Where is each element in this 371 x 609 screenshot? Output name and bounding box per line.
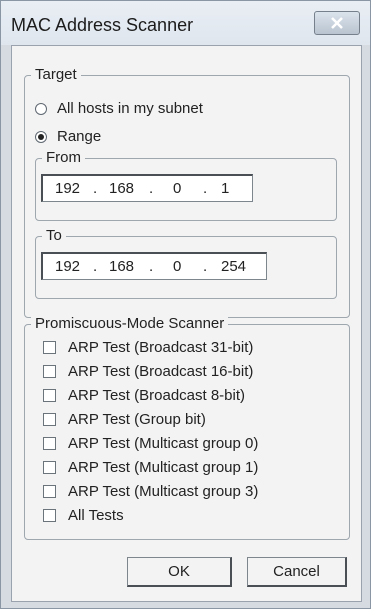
checkbox[interactable] <box>43 413 56 426</box>
to-legend: To <box>42 227 66 244</box>
promiscuous-legend: Promiscuous-Mode Scanner <box>31 315 229 332</box>
dialog-body: Target All hosts in my subnet Range From… <box>11 45 362 602</box>
from-dot-2: . <box>149 180 154 197</box>
from-octet-1: 192 <box>55 180 81 197</box>
target-legend: Target <box>31 66 81 83</box>
from-dot-3: . <box>203 180 208 197</box>
from-group: From 192 . 168 . 0 . 1 <box>35 149 337 221</box>
close-icon <box>331 17 343 29</box>
ok-button[interactable]: OK <box>127 557 232 587</box>
radio-all-hosts[interactable]: All hosts in my subnet <box>35 100 203 117</box>
radio-range-label: Range <box>57 128 102 145</box>
window-title: MAC Address Scanner <box>11 15 194 35</box>
to-dot-3: . <box>203 258 208 275</box>
from-octet-2: 168 <box>109 180 135 197</box>
check-label: ARP Test (Multicast group 0) <box>68 435 259 452</box>
check-row[interactable]: ARP Test (Multicast group 3) <box>43 483 258 500</box>
from-dot-1: . <box>93 180 98 197</box>
check-label: ARP Test (Multicast group 3) <box>68 483 259 500</box>
check-label: ARP Test (Multicast group 1) <box>68 459 259 476</box>
check-row-all-tests[interactable]: All Tests <box>43 507 124 524</box>
check-row[interactable]: ARP Test (Multicast group 1) <box>43 459 258 476</box>
radio-all-hosts-button[interactable] <box>35 102 47 115</box>
from-ip-field[interactable]: 192 . 168 . 0 . 1 <box>41 174 253 202</box>
radio-range[interactable]: Range <box>35 128 101 145</box>
to-octet-2: 168 <box>109 258 135 275</box>
check-label: ARP Test (Group bit) <box>68 411 206 428</box>
checkbox[interactable] <box>43 485 56 498</box>
checkbox[interactable] <box>43 365 56 378</box>
checkbox[interactable] <box>43 461 56 474</box>
to-octet-3: 0 <box>173 258 182 275</box>
to-ip-field[interactable]: 192 . 168 . 0 . 254 <box>41 252 267 280</box>
check-label: ARP Test (Broadcast 8-bit) <box>68 387 246 404</box>
check-label: ARP Test (Broadcast 31-bit) <box>68 339 254 356</box>
checkbox[interactable] <box>43 389 56 402</box>
promiscuous-group: Promiscuous-Mode Scanner ARP Test (Broad… <box>24 315 350 540</box>
check-row[interactable]: ARP Test (Broadcast 31-bit) <box>43 339 253 356</box>
from-octet-4: 1 <box>221 180 230 197</box>
from-octet-3: 0 <box>173 180 182 197</box>
title-bar[interactable]: MAC Address Scanner <box>1 1 370 45</box>
check-label-all-tests: All Tests <box>68 507 124 524</box>
radio-range-button[interactable] <box>35 130 47 143</box>
mac-scanner-window: MAC Address Scanner Target All hosts in … <box>0 0 371 609</box>
check-row[interactable]: ARP Test (Broadcast 16-bit) <box>43 363 253 380</box>
to-octet-4: 254 <box>221 258 247 275</box>
to-octet-1: 192 <box>55 258 81 275</box>
check-row[interactable]: ARP Test (Broadcast 8-bit) <box>43 387 245 404</box>
to-dot-2: . <box>149 258 154 275</box>
radio-all-hosts-label: All hosts in my subnet <box>57 100 203 117</box>
checkbox[interactable] <box>43 341 56 354</box>
target-group: Target All hosts in my subnet Range From… <box>24 66 350 318</box>
checkbox[interactable] <box>43 437 56 450</box>
cancel-button[interactable]: Cancel <box>247 557 347 587</box>
from-legend: From <box>42 149 85 166</box>
check-row[interactable]: ARP Test (Multicast group 0) <box>43 435 258 452</box>
to-group: To 192 . 168 . 0 . 254 <box>35 227 337 299</box>
to-dot-1: . <box>93 258 98 275</box>
check-row[interactable]: ARP Test (Group bit) <box>43 411 206 428</box>
check-label: ARP Test (Broadcast 16-bit) <box>68 363 254 380</box>
checkbox-all-tests[interactable] <box>43 509 56 522</box>
close-button[interactable] <box>314 11 360 35</box>
